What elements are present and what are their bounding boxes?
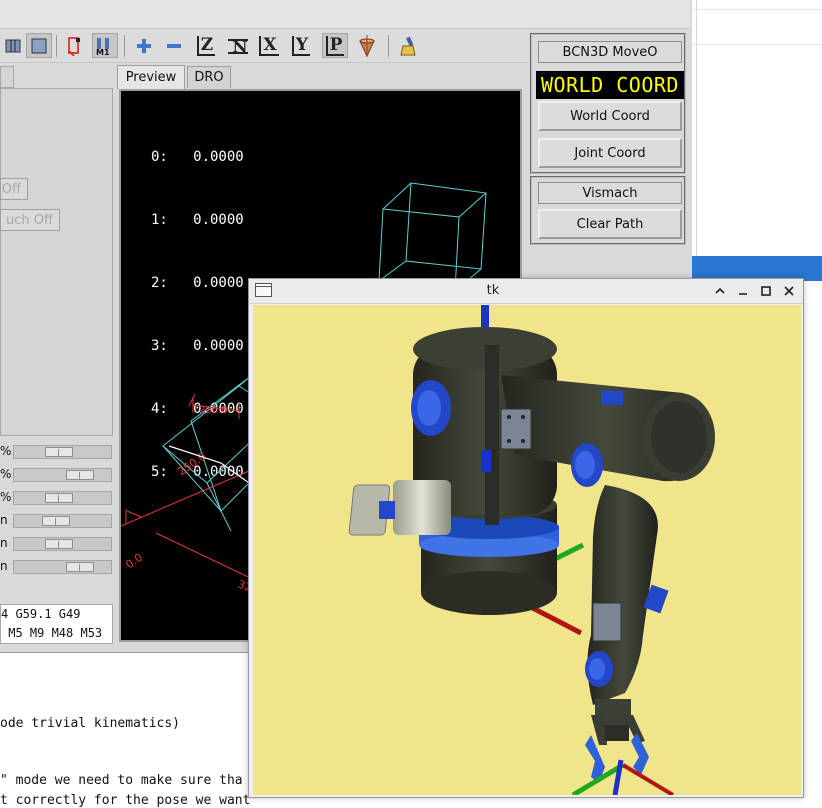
- angular-jog-row: n: [0, 533, 113, 555]
- robot-base-motor: [348, 480, 451, 536]
- view-z-icon[interactable]: Z: [193, 33, 219, 58]
- angular-jog-slider[interactable]: [13, 537, 112, 551]
- view-y-label: Y: [291, 35, 311, 56]
- view-perspective-icon[interactable]: P: [322, 33, 348, 58]
- view-y-icon[interactable]: Y: [288, 33, 314, 58]
- browser-toolbar-line: [692, 44, 822, 45]
- shade-window-icon[interactable]: [710, 281, 730, 301]
- view-p-label: P: [325, 35, 345, 56]
- override-unit: n: [0, 536, 8, 550]
- tab-preview-label: Preview: [125, 70, 177, 85]
- jog-speed-row: n: [0, 510, 113, 532]
- toggle-tool-cone-icon[interactable]: [354, 33, 380, 58]
- max-velocity-row-2: n: [0, 556, 113, 578]
- jog-speed-slider[interactable]: [13, 514, 112, 528]
- touch-off-label: Off: [1, 181, 21, 197]
- tool-z-axis-indicator: [612, 759, 624, 795]
- zoom-out-icon[interactable]: [161, 33, 187, 58]
- tk-window-title: tk: [486, 283, 500, 298]
- vismach-text: Vismach: [582, 185, 638, 201]
- vismach-label: Vismach: [538, 182, 682, 204]
- step-mode-icon[interactable]: [26, 33, 52, 58]
- joint-coord-label: Joint Coord: [574, 145, 646, 161]
- tab-preview[interactable]: Preview: [117, 65, 185, 89]
- toolbar-separator: [124, 35, 125, 57]
- optional-stop-icon[interactable]: [62, 33, 88, 58]
- max-velocity-slider[interactable]: [13, 491, 112, 505]
- vismach-frame: Vismach Clear Path: [530, 176, 686, 245]
- minimize-window-icon[interactable]: [733, 281, 753, 301]
- tab-dro[interactable]: DRO: [187, 66, 231, 88]
- extent-label: 0.0: [123, 551, 145, 572]
- extent-label: 200.0: [199, 405, 228, 416]
- view-x-icon[interactable]: X: [256, 33, 282, 58]
- joint-coord-button[interactable]: Joint Coord: [538, 138, 682, 168]
- robot-arm-model: [348, 305, 715, 795]
- toolbar-separator: [388, 35, 389, 57]
- toolbar-separator: [56, 35, 57, 57]
- manual-control-tab-edge[interactable]: [0, 66, 14, 88]
- gcode-line: M5 M9 M48 M53: [1, 626, 103, 640]
- m1-text: M1: [96, 48, 110, 56]
- text-line: t correctly for the pose we want: [0, 793, 251, 808]
- tool-x-axis-indicator: [621, 763, 675, 795]
- axis-toolbar: M1 Z N X Y P: [0, 29, 528, 63]
- world-coord-button[interactable]: World Coord: [538, 101, 682, 131]
- manual-control-panel: Off uch Off: [0, 88, 113, 436]
- robot-forearm: [585, 485, 669, 705]
- gcode-line: 4 G59.1 G49: [1, 607, 81, 621]
- tool-touch-off-button[interactable]: uch Off: [0, 209, 60, 231]
- optional-stop-m1-icon[interactable]: M1: [92, 33, 118, 58]
- clear-path-button[interactable]: Clear Path: [538, 209, 682, 239]
- feed-override-slider[interactable]: [13, 445, 112, 459]
- clear-plot-brush-icon[interactable]: [396, 33, 422, 58]
- max-velocity-row: %: [0, 487, 113, 509]
- slider-thumb[interactable]: [45, 539, 73, 549]
- slider-thumb[interactable]: [45, 447, 73, 457]
- touch-off-button[interactable]: Off: [0, 178, 28, 200]
- override-unit: %: [0, 467, 12, 481]
- tk-vismach-window: tk: [248, 278, 804, 798]
- clear-path-label: Clear Path: [576, 216, 644, 232]
- slider-thumb[interactable]: [66, 562, 94, 572]
- slider-thumb[interactable]: [42, 516, 70, 526]
- feed-override-row: %: [0, 441, 113, 463]
- view-x-label: X: [259, 35, 279, 56]
- max-velocity-slider-2[interactable]: [13, 560, 112, 574]
- zoom-in-icon[interactable]: [131, 33, 157, 58]
- browser-tab-line: [692, 9, 822, 10]
- svg-text:N: N: [233, 37, 248, 55]
- vismach-3d-view[interactable]: [253, 305, 801, 795]
- maximize-window-icon[interactable]: [756, 281, 776, 301]
- world-coord-label: World Coord: [570, 108, 650, 124]
- panel-title-text: BCN3D MoveO: [562, 44, 658, 60]
- user-pyvcp-panel: BCN3D MoveO WORLD COORD World Coord Join…: [530, 31, 686, 245]
- text-line: ode trivial kinematics): [0, 716, 181, 731]
- override-unit: %: [0, 444, 12, 458]
- override-unit: n: [0, 559, 8, 573]
- active-gcodes-display: 4 G59.1 G49 M5 M9 M48 M53: [0, 604, 113, 644]
- rapid-override-row: %: [0, 464, 113, 486]
- browser-divider: [696, 0, 697, 256]
- view-z-rotated-icon[interactable]: N: [225, 33, 251, 58]
- close-window-icon[interactable]: [779, 281, 799, 301]
- slider-thumb[interactable]: [66, 470, 94, 480]
- toggle-button-icon[interactable]: [0, 33, 26, 58]
- rapid-override-slider[interactable]: [13, 468, 112, 482]
- slider-thumb[interactable]: [45, 493, 73, 503]
- coord-mode-display: WORLD COORD: [536, 71, 684, 99]
- tab-dro-label: DRO: [194, 70, 224, 85]
- panel-title: BCN3D MoveO: [538, 41, 682, 63]
- coord-mode-frame: BCN3D MoveO WORLD COORD World Coord Join…: [530, 33, 686, 174]
- text-line: " mode we need to make sure tha: [0, 773, 243, 788]
- view-z-label: Z: [196, 35, 216, 56]
- tk-titlebar[interactable]: tk: [249, 279, 803, 304]
- override-unit: n: [0, 513, 8, 527]
- axis-menubar-area: [0, 0, 690, 29]
- tool-touch-off-label: uch Off: [6, 212, 53, 228]
- override-unit: %: [0, 490, 12, 504]
